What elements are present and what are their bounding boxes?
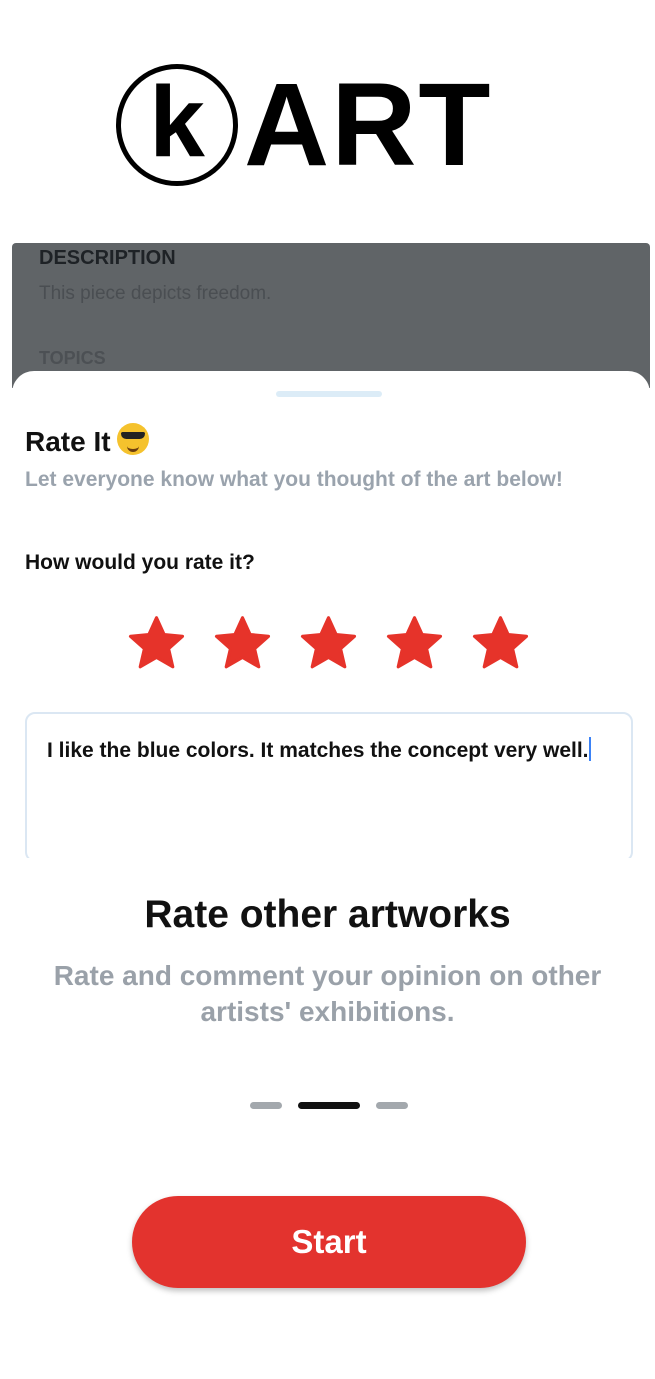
star-icon[interactable] (211, 613, 274, 676)
rating-question: How would you rate it? (25, 551, 255, 574)
star-icon[interactable] (297, 613, 360, 676)
logo-circle: k (116, 64, 238, 186)
star-rating[interactable] (125, 613, 532, 676)
page-indicator (250, 1102, 408, 1109)
description-text: This piece depicts freedom. (39, 283, 272, 304)
feature-preview: DESCRIPTION This piece depicts freedom. … (12, 243, 650, 858)
rate-bottom-sheet: Rate It Let everyone know what you thoug… (12, 371, 650, 858)
logo-letter: k (149, 66, 205, 178)
comment-textarea[interactable]: I like the blue colors. It matches the c… (25, 712, 633, 858)
onboarding-headline: Rate other artworks (144, 893, 511, 936)
comment-text: I like the blue colors. It matches the c… (47, 736, 607, 765)
sunglasses-face-icon (116, 423, 149, 455)
comment-value: I like the blue colors. It matches the c… (47, 739, 589, 762)
rate-title: Rate It (25, 423, 149, 458)
onboarding-subtext: Rate and comment your opinion on other a… (53, 960, 602, 1027)
star-icon[interactable] (469, 613, 532, 676)
star-icon[interactable] (125, 613, 188, 676)
topics-label: TOPICS (39, 348, 106, 368)
rate-title-text: Rate It (25, 426, 111, 457)
page-dot-active[interactable] (298, 1102, 360, 1109)
rate-subtitle: Let everyone know what you thought of th… (25, 468, 563, 491)
star-icon[interactable] (383, 613, 446, 676)
sheet-drag-handle[interactable] (276, 391, 382, 397)
page-dot[interactable] (250, 1102, 282, 1109)
description-label: DESCRIPTION (39, 247, 176, 269)
text-caret (588, 737, 591, 761)
app-logo: k ART (116, 64, 493, 186)
logo-wordmark: ART (244, 59, 493, 191)
artwork-details-background: DESCRIPTION This piece depicts freedom. … (12, 243, 650, 388)
page-dot[interactable] (376, 1102, 408, 1109)
start-button[interactable]: Start (132, 1196, 526, 1288)
